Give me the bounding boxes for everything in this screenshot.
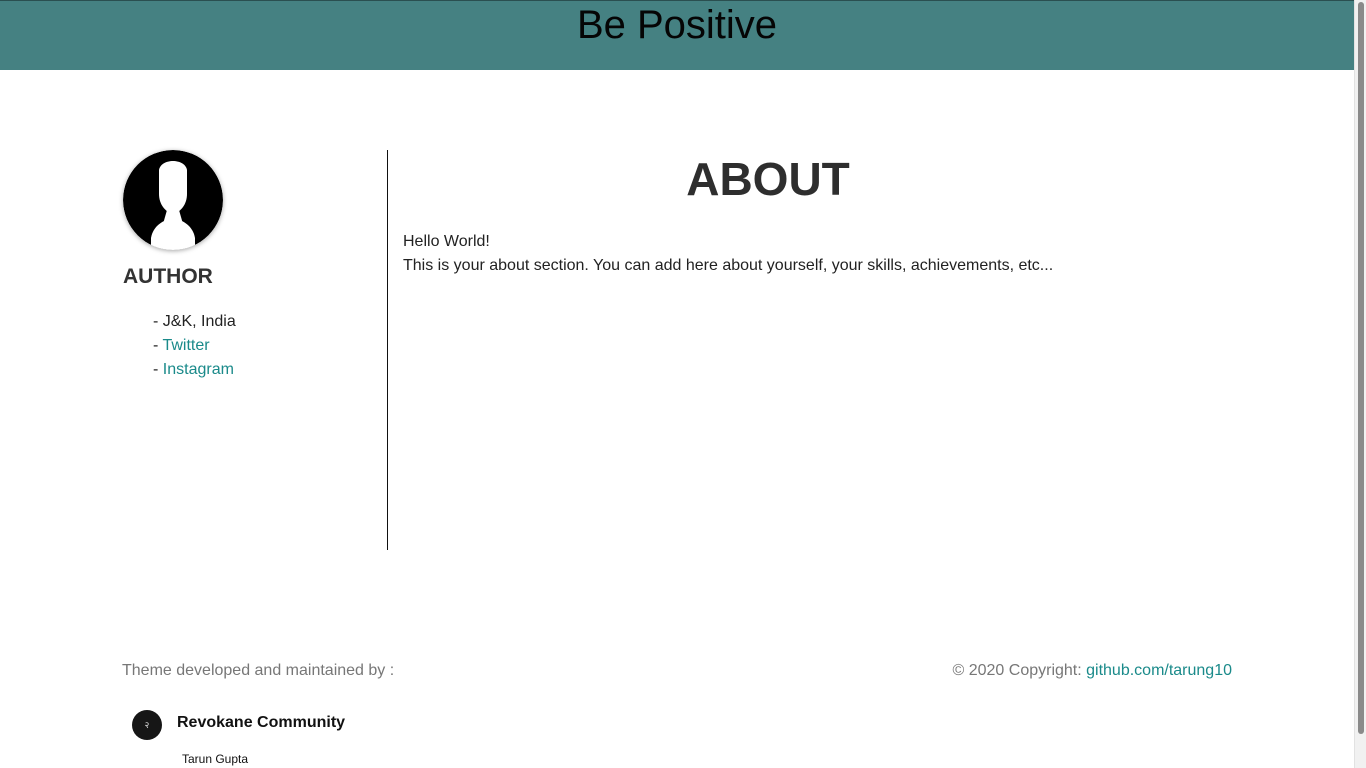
vertical-scrollbar[interactable] bbox=[1354, 0, 1366, 768]
footer-credit-text: Theme developed and maintained by : bbox=[122, 662, 395, 679]
footer-copyright: © 2020 Copyright: github.com/tarung10 bbox=[952, 662, 1232, 680]
page-title: ABOUT bbox=[686, 153, 850, 205]
about-line-description: This is your about section. You can add … bbox=[403, 257, 1054, 274]
community-logo-icon[interactable]: २ bbox=[132, 710, 162, 740]
list-item-location: - J&K, India bbox=[153, 312, 236, 336]
author-avatar bbox=[123, 150, 223, 250]
list-item-prefix: - bbox=[153, 361, 163, 378]
twitter-link[interactable]: Twitter bbox=[162, 337, 209, 354]
copyright-text: © 2020 Copyright: bbox=[952, 662, 1087, 679]
community-name[interactable]: Revokane Community bbox=[177, 714, 345, 732]
author-details-list: - J&K, India - Twitter - Instagram bbox=[153, 312, 236, 384]
scrollbar-thumb[interactable] bbox=[1358, 2, 1364, 734]
community-author: Tarun Gupta bbox=[182, 752, 249, 766]
about-line-greeting: Hello World! bbox=[403, 233, 490, 250]
vertical-divider bbox=[387, 150, 388, 550]
list-item-prefix: - bbox=[153, 313, 163, 330]
location-text: J&K, India bbox=[162, 313, 236, 330]
user-silhouette-icon bbox=[123, 150, 223, 250]
list-item-instagram: - Instagram bbox=[153, 360, 236, 384]
github-link[interactable]: github.com/tarung10 bbox=[1086, 662, 1232, 679]
site-title[interactable]: Be Positive bbox=[0, 3, 1354, 47]
community-logo-glyph: २ bbox=[144, 720, 150, 730]
instagram-link[interactable]: Instagram bbox=[163, 361, 234, 378]
about-content: Hello World! This is your about section.… bbox=[403, 230, 1053, 278]
author-heading: AUTHOR bbox=[123, 265, 213, 288]
site-header: Be Positive bbox=[0, 0, 1354, 70]
list-item-twitter: - Twitter bbox=[153, 336, 236, 360]
